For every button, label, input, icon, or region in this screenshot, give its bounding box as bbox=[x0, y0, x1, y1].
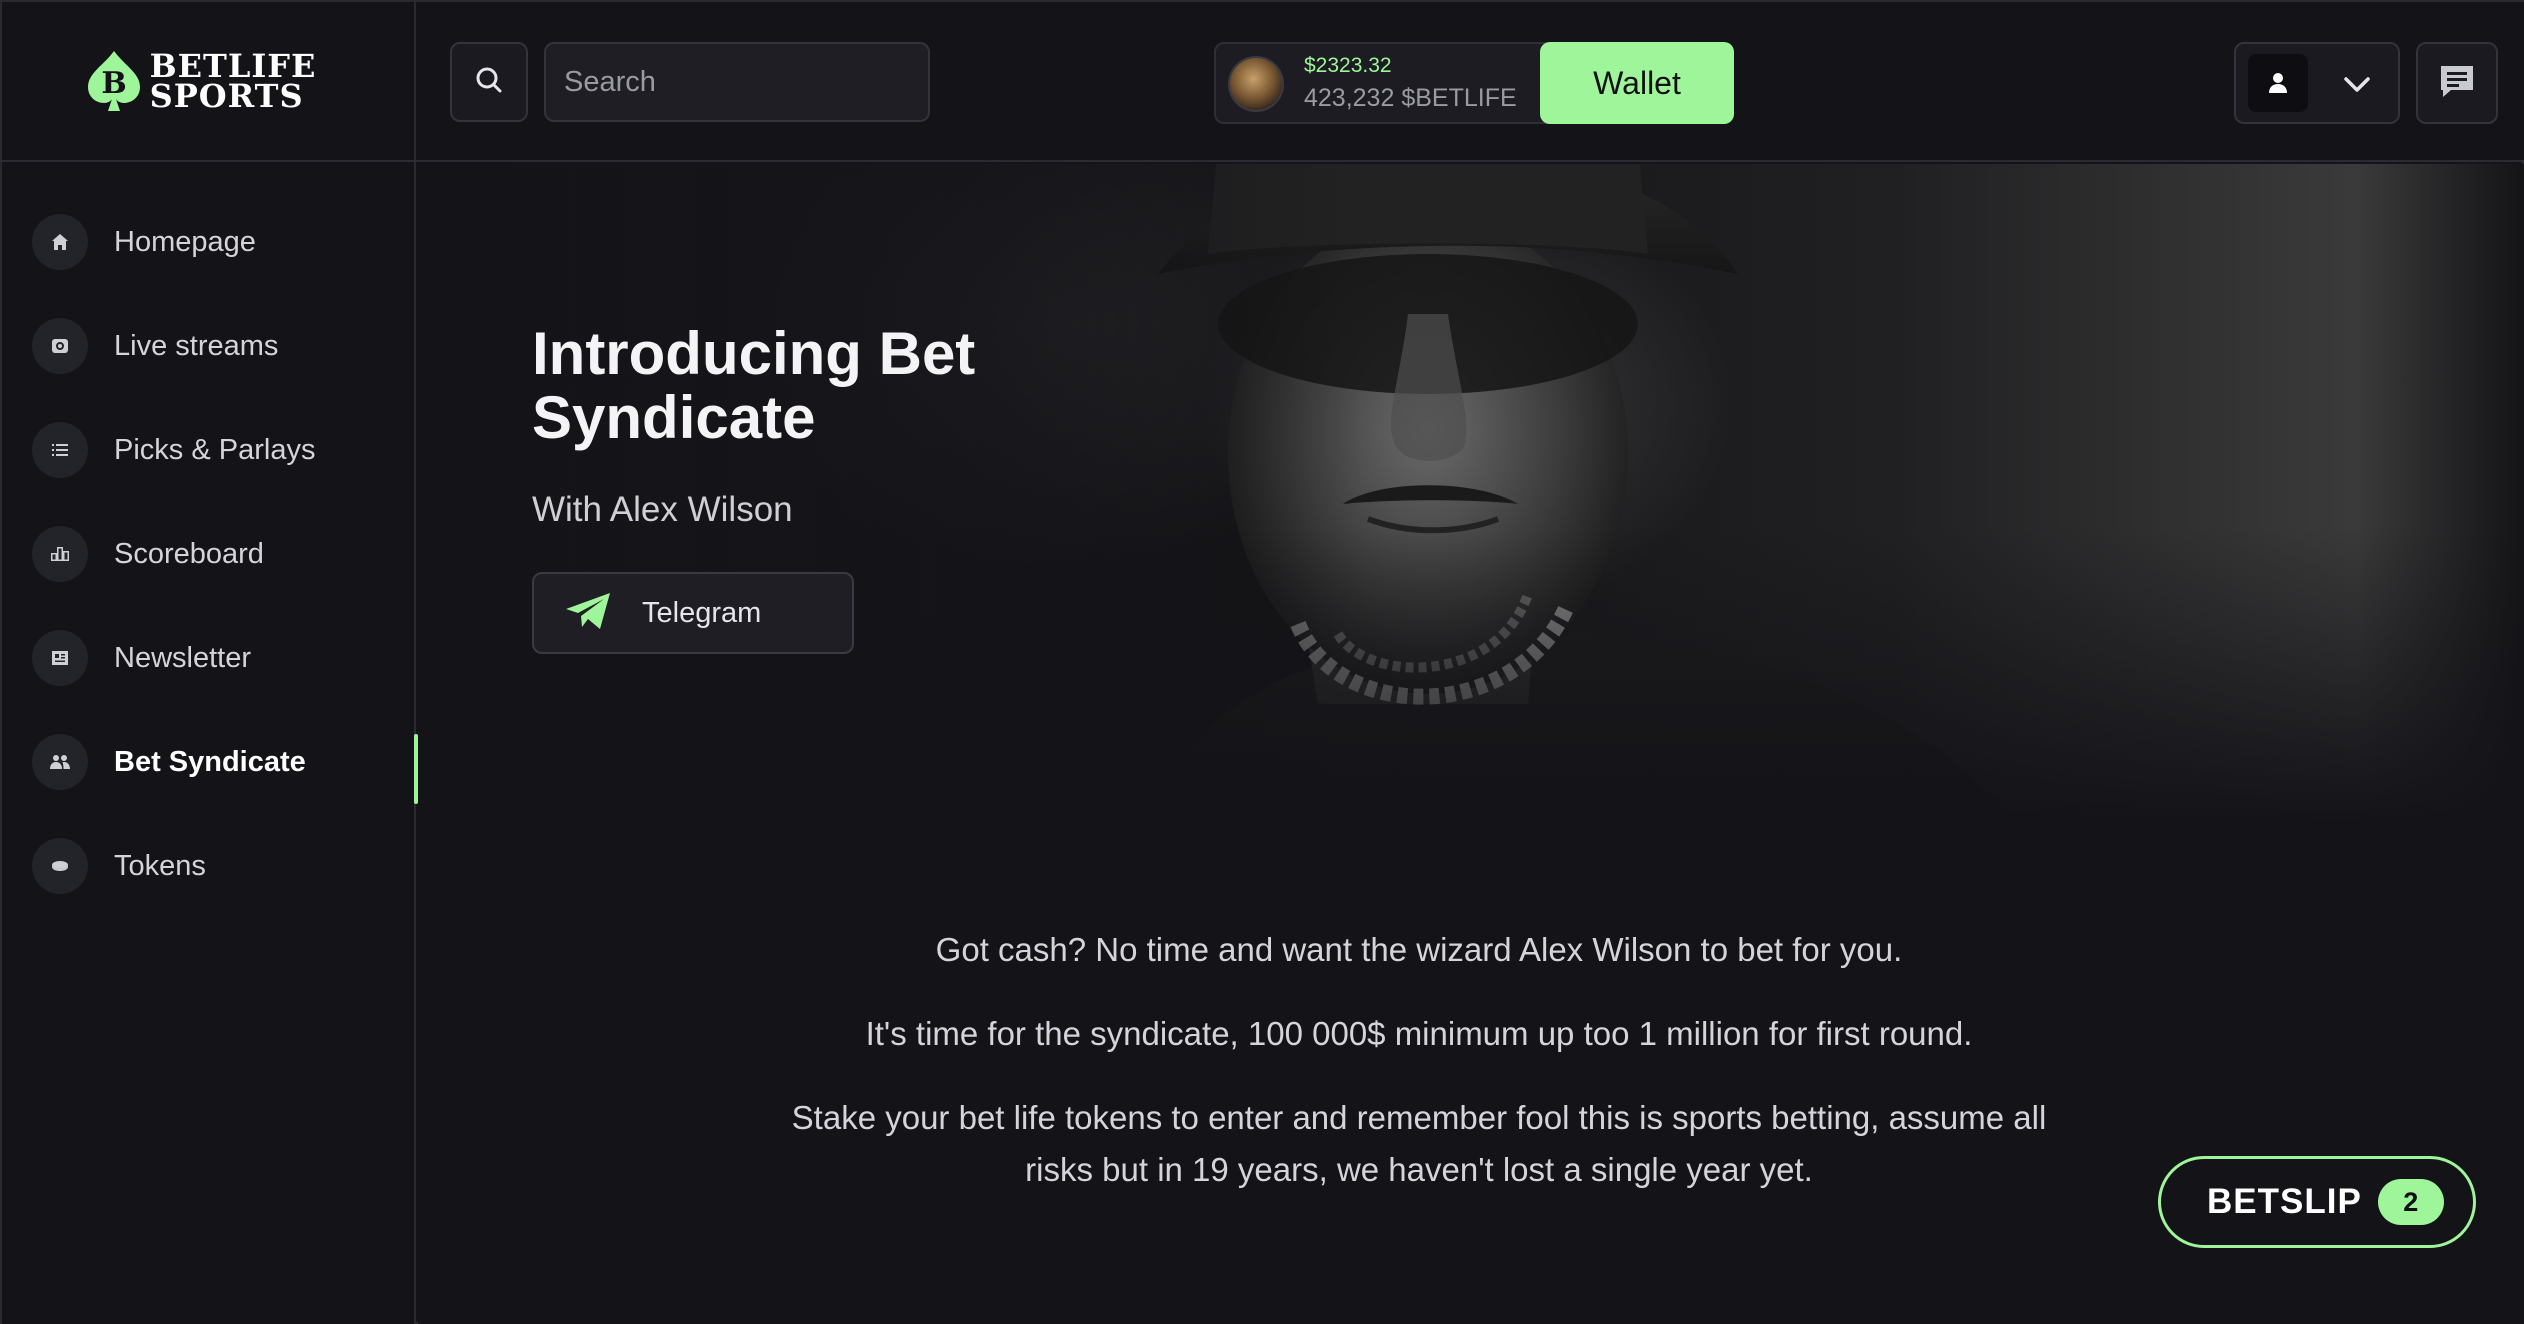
list-icon bbox=[32, 422, 88, 478]
brand-logo[interactable]: B BETLIFE SPORTS bbox=[2, 2, 416, 162]
sidebar-item-scoreboard[interactable]: Scoreboard bbox=[2, 502, 416, 606]
syndicate-description: Got cash? No time and want the wizard Al… bbox=[784, 924, 2054, 1228]
balance-usd: $2323.32 bbox=[1304, 54, 1392, 77]
chat-button[interactable] bbox=[2416, 42, 2498, 124]
user-icon bbox=[2248, 54, 2308, 112]
spade-logo-icon: B bbox=[82, 47, 146, 115]
sidebar-item-label: Tokens bbox=[114, 849, 206, 882]
home-icon bbox=[32, 214, 88, 270]
sidebar-item-live-streams[interactable]: Live streams bbox=[2, 294, 416, 398]
telegram-label: Telegram bbox=[642, 596, 762, 629]
hero-title: Introducing Bet Syndicate bbox=[532, 320, 976, 451]
sidebar-item-label: Live streams bbox=[114, 329, 279, 362]
sidebar-item-tokens[interactable]: Tokens bbox=[2, 814, 416, 918]
betslip-button[interactable]: BETSLIP 2 bbox=[2158, 1156, 2476, 1248]
telegram-button[interactable]: Telegram bbox=[532, 572, 854, 654]
group-icon bbox=[32, 734, 88, 790]
brand-line-2: SPORTS bbox=[149, 77, 304, 115]
sidebar: B BETLIFE SPORTS Homepage Live streams P… bbox=[2, 2, 418, 1324]
betslip-count-badge: 2 bbox=[2377, 1179, 2444, 1225]
wallet-button[interactable]: Wallet bbox=[1540, 42, 1734, 124]
coin-icon bbox=[32, 838, 88, 894]
chat-icon bbox=[2437, 62, 2477, 105]
top-bar: $2323.32 423,232 $BETLIFE Wallet bbox=[416, 2, 2524, 162]
newspaper-icon bbox=[32, 630, 88, 686]
sidebar-item-newsletter[interactable]: Newsletter bbox=[2, 606, 416, 710]
search-input[interactable] bbox=[544, 42, 930, 122]
token-avatar bbox=[1228, 56, 1284, 112]
sidebar-item-label: Homepage bbox=[114, 225, 256, 258]
hero-banner: Introducing Bet Syndicate With Alex Wils… bbox=[418, 164, 2524, 824]
sidebar-item-homepage[interactable]: Homepage bbox=[2, 190, 416, 294]
description-paragraph-3: Stake your bet life tokens to enter and … bbox=[791, 1099, 2047, 1188]
app-window: B BETLIFE SPORTS Homepage Live streams P… bbox=[0, 0, 2524, 1324]
sidebar-item-picks-parlays[interactable]: Picks & Parlays bbox=[2, 398, 416, 502]
sidebar-item-label: Newsletter bbox=[114, 641, 251, 674]
search-icon bbox=[473, 64, 505, 101]
telegram-icon bbox=[564, 591, 642, 636]
svg-text:B: B bbox=[101, 66, 126, 101]
camera-icon bbox=[32, 318, 88, 374]
sidebar-item-label: Picks & Parlays bbox=[114, 433, 316, 466]
main-content: Introducing Bet Syndicate With Alex Wils… bbox=[418, 164, 2524, 1324]
sidebar-item-bet-syndicate[interactable]: Bet Syndicate bbox=[2, 710, 418, 814]
search-button[interactable] bbox=[450, 42, 528, 122]
chevron-down-icon bbox=[2340, 68, 2374, 107]
balance-tokens: 423,232 $BETLIFE bbox=[1304, 84, 1517, 112]
sidebar-nav: Homepage Live streams Picks & Parlays Sc… bbox=[2, 190, 418, 918]
podium-icon bbox=[32, 526, 88, 582]
sidebar-item-label: Scoreboard bbox=[114, 537, 264, 570]
betslip-label: BETSLIP bbox=[2207, 1182, 2362, 1221]
user-menu-button[interactable] bbox=[2234, 42, 2400, 124]
hero-subtitle: With Alex Wilson bbox=[532, 490, 793, 529]
description-paragraph-2: It's time for the syndicate, 100 000$ mi… bbox=[865, 1015, 1973, 1052]
description-paragraph-1: Got cash? No time and want the wizard Al… bbox=[935, 931, 1903, 968]
sidebar-item-label: Bet Syndicate bbox=[114, 745, 306, 778]
